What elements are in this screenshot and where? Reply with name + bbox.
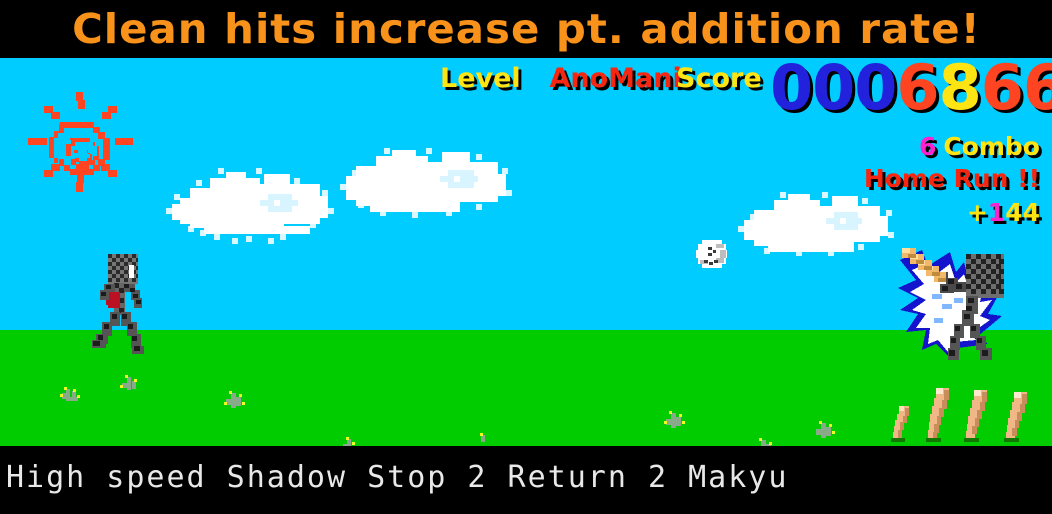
bat-pickup-icon[interactable] <box>889 392 917 444</box>
grass-tuft <box>816 421 835 438</box>
banner-message: Clean hits increase pt. addition rate! <box>71 5 981 53</box>
play-field: Level AnoMani Score 0006866 6 Combo Home … <box>0 58 1052 446</box>
grass-tuft <box>120 375 137 390</box>
hud-score-digit-4: 6 <box>1022 58 1052 124</box>
cloud-sprite <box>166 168 334 244</box>
footer-bar: High speed Shadow Stop 2 Return 2 Makyu <box>0 446 1052 514</box>
game-screen: Clean hits increase pt. addition rate! L… <box>0 0 1052 514</box>
grass-tuft <box>664 411 685 428</box>
hud-points-d2: 44 <box>1005 198 1040 227</box>
hud-combo-label: Combo <box>943 132 1040 161</box>
hud-score-label: Score <box>676 63 762 94</box>
hud-score-digit-1: 6 <box>896 58 939 124</box>
running-stick-figure <box>92 254 144 354</box>
grass-tuft <box>759 438 772 446</box>
hud-score-value: 0006866 <box>770 58 1052 124</box>
hud-score-digit-3: 6 <box>980 58 1024 124</box>
batting-stick-figure <box>898 248 1004 360</box>
hud-level-name: AnoMani <box>549 63 682 94</box>
hud-hit-type: Home Run !! <box>863 164 1040 193</box>
bat-pickup-icon[interactable] <box>962 386 992 446</box>
grass-tuft <box>343 437 355 446</box>
banner-bar: Clean hits increase pt. addition rate! <box>0 0 1052 58</box>
footer-status-line: High speed Shadow Stop 2 Return 2 Makyu <box>6 460 789 495</box>
bat-pickup-icon[interactable] <box>1002 388 1032 446</box>
spiral-sun-icon <box>28 92 133 192</box>
hud-combo-count: 6 <box>918 132 937 161</box>
hud-points-d1: 1 <box>987 198 1006 227</box>
bat-pickup-icon[interactable] <box>924 384 954 446</box>
cloud-sprite <box>340 148 512 218</box>
grass-tuft <box>224 391 245 408</box>
hud-score-digit-2: 8 <box>938 58 982 124</box>
grass-tuft <box>480 433 485 442</box>
hud-combo: 6 Combo <box>919 132 1040 161</box>
hud-score-leading-zeros: 000 <box>770 58 897 124</box>
hud-level-row: Level AnoMani <box>440 63 682 94</box>
hud-points-plus: + <box>966 198 988 227</box>
grass-tuft <box>60 387 80 401</box>
hud-level-label: Level <box>440 63 521 94</box>
hud-points-awarded: +144 <box>967 198 1040 227</box>
baseball-icon <box>696 240 727 268</box>
cloud-sprite <box>738 192 894 256</box>
